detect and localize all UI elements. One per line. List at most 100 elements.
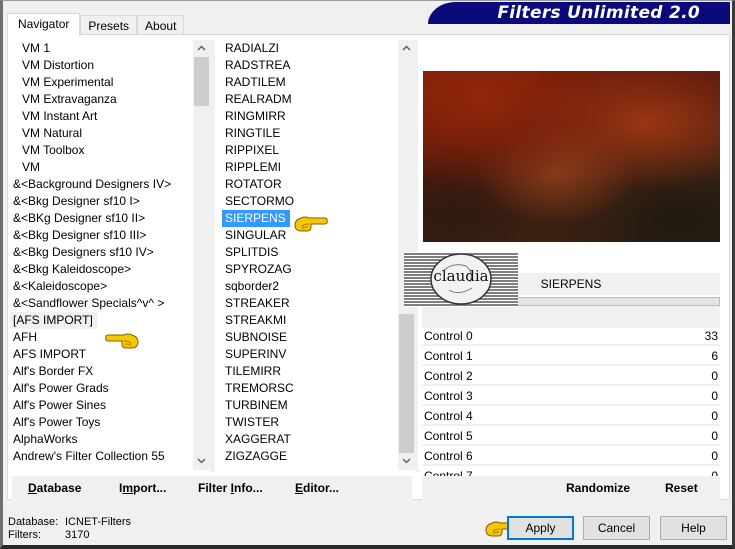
category-item[interactable]: Alf's Power Sines [10, 397, 193, 414]
category-item[interactable]: AlphaWorks [10, 431, 193, 448]
filter-item[interactable]: TILEMIRR [222, 363, 398, 380]
control-label: Control 2 [424, 369, 473, 383]
category-item[interactable]: &<Sandflower Specials^v^ > [10, 295, 193, 312]
filter-item[interactable]: TURBINEM [222, 397, 398, 414]
scroll-up-icon[interactable] [193, 40, 210, 57]
category-item[interactable]: Alf's Border FX [10, 363, 193, 380]
category-item[interactable]: &<Bkg Designer sf10 III> [10, 227, 193, 244]
scroll-up-icon[interactable] [398, 40, 415, 57]
filters-count-value: 3170 [65, 529, 90, 541]
category-item[interactable]: &<Bkg Designers sf10 IV> [10, 244, 193, 261]
randomize-button[interactable]: Randomize [566, 476, 630, 500]
filter-item[interactable]: SPYROZAG [222, 261, 398, 278]
category-item[interactable]: VM Distortion [10, 57, 193, 74]
filter-list[interactable]: RADIALZI RADSTREA RADTILEM REALRADM RINGMIRR… [222, 40, 398, 470]
category-scrollbar[interactable] [193, 40, 210, 470]
category-list[interactable]: VM 1 VM Distortion VM Experimental VM Extra… [10, 40, 193, 470]
filter-item[interactable]: REALRADM [222, 91, 398, 108]
claudia-watermark-logo: claudia [404, 252, 518, 307]
filter-item[interactable]: STREAKMI [222, 312, 398, 329]
control-label: Control 6 [424, 449, 473, 463]
help-button[interactable]: Help [660, 516, 727, 540]
navigator-actions: Database Import... Filter Info... Editor… [12, 476, 412, 500]
filter-preview-image [423, 71, 720, 242]
category-item[interactable]: Alf's Power Toys [10, 414, 193, 431]
tab-navigator[interactable]: Navigator [7, 13, 81, 36]
import-button[interactable]: Import... [119, 476, 166, 500]
filter-item[interactable]: RINGMIRR [222, 108, 398, 125]
category-item[interactable]: Alf's Power Grads [10, 380, 193, 397]
filter-item[interactable]: SUBNOISE [222, 329, 398, 346]
control-value: 33 [704, 329, 718, 343]
filter-header-gap [422, 306, 720, 328]
category-item[interactable]: VM Extravaganza [10, 91, 193, 108]
category-item[interactable]: &<Bkg Kaleidoscope> [10, 261, 193, 278]
category-item[interactable]: &<BKg Designer sf10 II> [10, 210, 193, 227]
filter-item[interactable]: RIPPLEMI [222, 159, 398, 176]
filter-item[interactable]: SUPERINV [222, 346, 398, 363]
tab-about[interactable]: About [137, 15, 185, 36]
filter-item[interactable]: XAGGERAT [222, 431, 398, 448]
control-label: Control 3 [424, 389, 473, 403]
filter-item[interactable]: RADSTREA [222, 57, 398, 74]
control-slider-row[interactable]: Control 2 0 [422, 368, 720, 386]
control-actions: Randomize Reset [422, 476, 720, 500]
filter-item[interactable]: SPLITDIS [222, 244, 398, 261]
control-slider-row[interactable]: Control 1 6 [422, 348, 720, 366]
category-item[interactable]: VM 1 [10, 40, 193, 57]
pointing-hand-icon [294, 216, 328, 232]
filter-item[interactable]: SECTORMO [222, 193, 398, 210]
filter-controls: Control 0 33 Control 1 6 Control 2 0 Control 3… [422, 328, 720, 488]
category-item[interactable]: [AFS IMPORT] [10, 312, 97, 329]
category-scroll-thumb[interactable] [194, 57, 209, 106]
category-item[interactable]: VM Instant Art [10, 108, 193, 125]
cancel-button[interactable]: Cancel [583, 516, 650, 540]
filter-item[interactable]: STREAKER [222, 295, 398, 312]
database-button[interactable]: Database [28, 476, 81, 500]
category-item[interactable]: VM Natural [10, 125, 193, 142]
editor-button[interactable]: Editor... [295, 476, 339, 500]
pointing-hand-icon [105, 333, 139, 349]
tab-presets[interactable]: Presets [80, 15, 138, 36]
control-label: Control 4 [424, 409, 473, 423]
reset-button[interactable]: Reset [665, 476, 698, 500]
control-slider-row[interactable]: Control 5 0 [422, 428, 720, 446]
control-slider-row[interactable]: Control 3 0 [422, 388, 720, 406]
filters-count-label: Filters: [8, 529, 41, 541]
filter-item[interactable]: ROTATOR [222, 176, 398, 193]
category-item[interactable]: AFH [10, 329, 193, 346]
scroll-down-icon[interactable] [193, 453, 210, 470]
splitter[interactable] [210, 40, 215, 472]
category-item[interactable]: VM [10, 159, 193, 176]
filter-item[interactable]: RADIALZI [222, 40, 398, 57]
category-item[interactable]: Andrew's Filter Collection 55 [10, 448, 193, 465]
category-item[interactable]: VM Toolbox [10, 142, 193, 159]
control-slider-row[interactable]: Control 6 0 [422, 448, 720, 466]
scroll-down-icon[interactable] [398, 453, 415, 470]
filter-item[interactable]: TREMORSC [222, 380, 398, 397]
category-item[interactable]: VM Experimental [10, 74, 193, 91]
control-value: 0 [711, 369, 718, 383]
control-slider-row[interactable]: Control 0 33 [422, 328, 720, 346]
control-slider-row[interactable]: Control 4 0 [422, 408, 720, 426]
control-value: 0 [711, 409, 718, 423]
category-item[interactable]: &<Kaleidoscope> [10, 278, 193, 295]
apply-button[interactable]: Apply [507, 516, 574, 540]
filter-info-button[interactable]: Filter Info... [198, 476, 263, 500]
filter-scroll-thumb[interactable] [399, 314, 414, 453]
category-item[interactable]: &<Bkg Designer sf10 I> [10, 193, 193, 210]
control-value: 6 [711, 349, 718, 363]
filter-item[interactable]: RADTILEM [222, 74, 398, 91]
category-item[interactable]: &<Background Designers IV> [10, 176, 193, 193]
database-value: ICNET-Filters [65, 516, 131, 528]
filter-item[interactable]: RIPPIXEL [222, 142, 398, 159]
filter-item[interactable]: TWISTER [222, 414, 398, 431]
category-item[interactable]: AFS IMPORT [10, 346, 193, 363]
filter-item[interactable]: sqborder2 [222, 278, 398, 295]
filter-item[interactable]: ZIGZAGGE [222, 448, 398, 465]
filter-item[interactable]: SIERPENS [222, 210, 290, 227]
control-value: 0 [711, 389, 718, 403]
control-value: 0 [711, 429, 718, 443]
filter-item[interactable]: RINGTILE [222, 125, 398, 142]
tab-bar: Navigator Presets About [7, 13, 185, 36]
